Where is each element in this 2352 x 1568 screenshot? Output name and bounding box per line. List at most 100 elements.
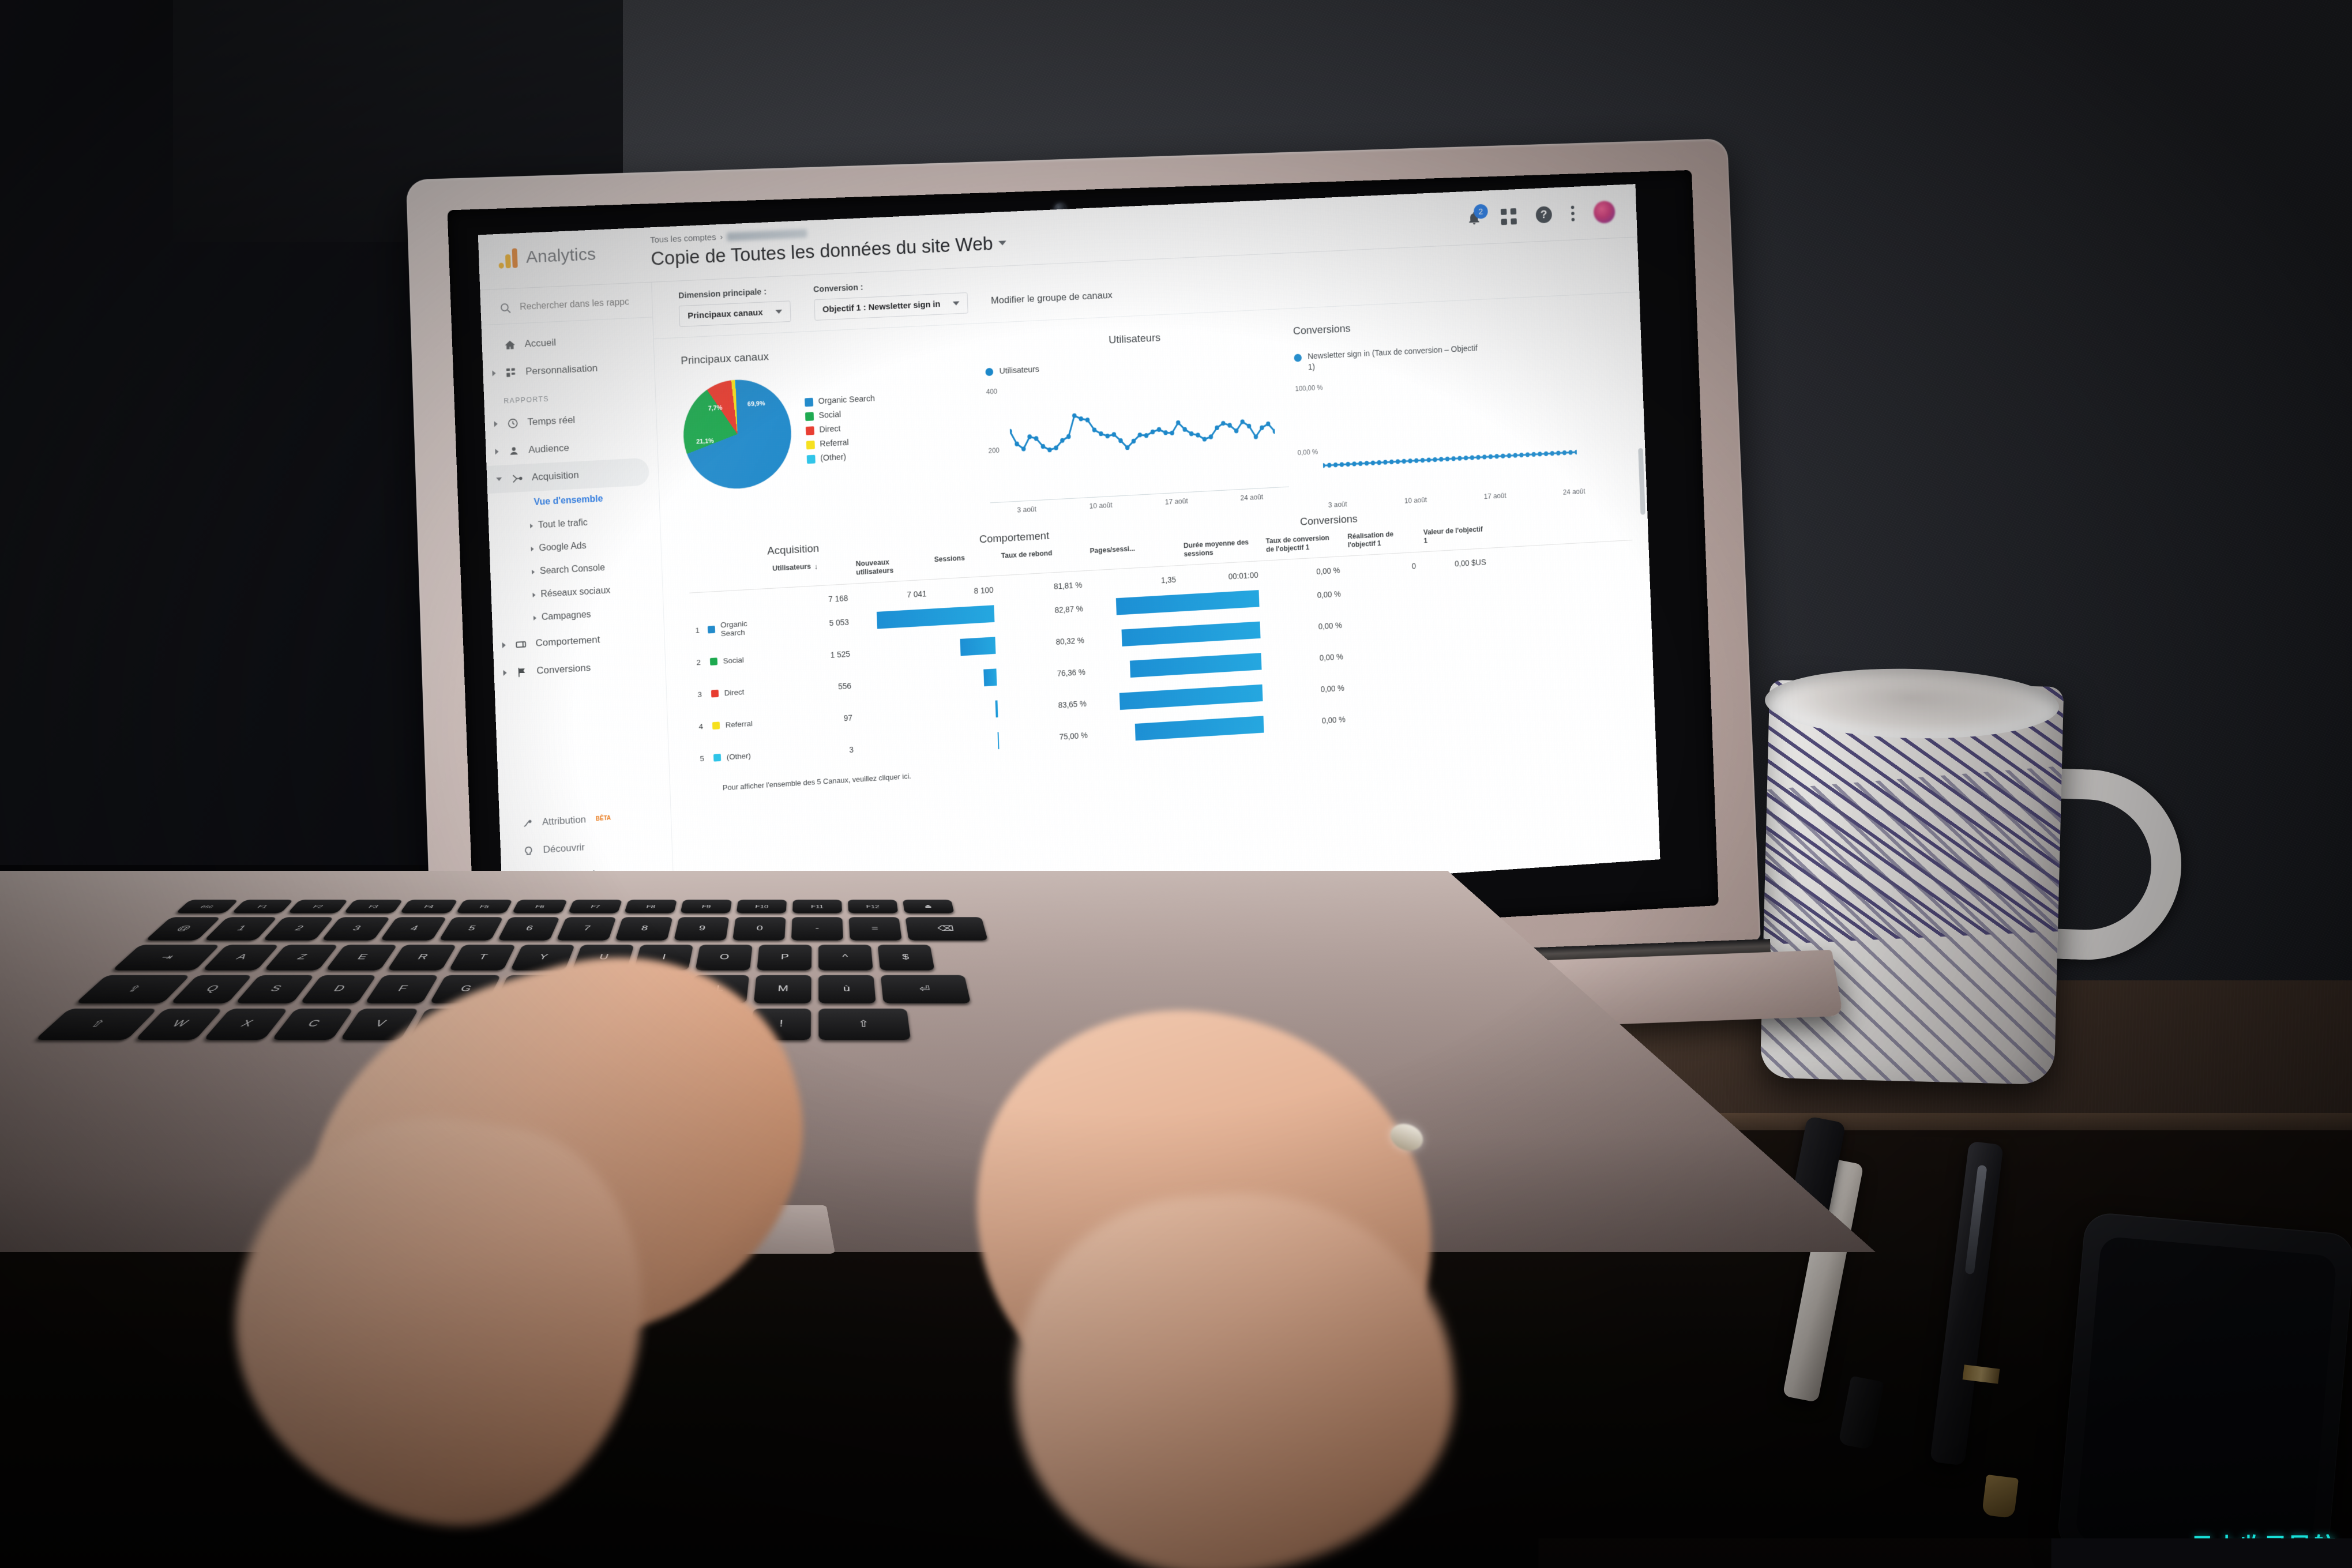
col-pages-session[interactable]: Pages/sessi... bbox=[1085, 542, 1180, 565]
key[interactable]: ⏎ bbox=[881, 975, 971, 1003]
chevron-down-icon[interactable] bbox=[998, 240, 1006, 245]
y-tick-label: 400 bbox=[986, 388, 998, 396]
key[interactable]: F bbox=[365, 975, 439, 1003]
chevron-right-icon[interactable] bbox=[492, 370, 495, 376]
col-valeur-objectif[interactable]: Valeur de l'objectif 1 bbox=[1419, 525, 1490, 546]
key[interactable]: 3 bbox=[321, 917, 390, 941]
key[interactable]: ⇧ bbox=[818, 1009, 911, 1040]
channel-cell[interactable]: 4 Referral bbox=[698, 719, 769, 731]
legend-item[interactable]: Organic Search bbox=[805, 394, 875, 407]
chevron-right-icon[interactable] bbox=[502, 642, 506, 648]
key[interactable]: F2 bbox=[287, 900, 348, 913]
row-index: 2 bbox=[696, 658, 704, 667]
apps-grid-icon[interactable] bbox=[1501, 208, 1517, 225]
users-chart[interactable]: 400 200 bbox=[986, 371, 1288, 499]
notifications-bell-icon[interactable]: 2 bbox=[1466, 209, 1482, 227]
key[interactable]: ù bbox=[818, 975, 876, 1003]
channel-cell[interactable]: 1 Organic Search bbox=[695, 618, 766, 640]
key[interactable]: ^ bbox=[818, 945, 873, 971]
key[interactable]: ⌫ bbox=[906, 917, 988, 941]
key[interactable]: O bbox=[695, 945, 752, 971]
users-bar-cell bbox=[862, 732, 1000, 757]
channel-cell[interactable]: 5 (Other) bbox=[700, 750, 770, 763]
key[interactable]: D bbox=[300, 975, 377, 1003]
legend-item[interactable]: Direct bbox=[806, 423, 876, 435]
key[interactable]: 9 bbox=[674, 917, 729, 941]
key[interactable]: F8 bbox=[624, 900, 677, 913]
total-utilisateurs: 7 168 bbox=[769, 593, 852, 607]
col-taux-de-rebond[interactable]: Taux de rebond bbox=[997, 547, 1086, 570]
pie-slice-label: 69,9% bbox=[747, 400, 765, 408]
key[interactable]: 5 bbox=[439, 917, 504, 941]
y-tick-label: 0,00 % bbox=[1297, 448, 1318, 456]
key[interactable]: 6 bbox=[498, 917, 560, 941]
key[interactable]: 0 bbox=[732, 917, 786, 941]
key[interactable]: ⏏ bbox=[903, 900, 955, 913]
channel-cell[interactable]: 2 Social bbox=[696, 655, 767, 667]
keyboard-row-function: esc F1 F2 F3 F4 F5 F6 F7 F8 F9 F10 F11 F… bbox=[170, 900, 1339, 913]
key[interactable]: = bbox=[849, 917, 902, 941]
pie-chart[interactable]: 69,9% 21,1% 7,7% bbox=[682, 377, 793, 491]
key[interactable]: F5 bbox=[456, 900, 513, 913]
col-utilisateurs[interactable]: Utilisateurs ↓ bbox=[768, 560, 852, 582]
col-duree-moyenne[interactable]: Durée moyenne des sessions bbox=[1179, 537, 1262, 559]
col-taux-conversion-objectif[interactable]: Taux de conversion de l'objectif 1 bbox=[1261, 533, 1344, 555]
chevron-right-icon[interactable] bbox=[495, 449, 498, 454]
key[interactable]: F4 bbox=[400, 900, 458, 913]
key[interactable]: F12 bbox=[848, 900, 898, 913]
col-nouveaux-utilisateurs[interactable]: Nouveaux utilisateurs bbox=[851, 556, 930, 578]
key[interactable]: P bbox=[757, 945, 811, 971]
key[interactable]: 7 bbox=[557, 917, 617, 941]
key[interactable]: $ bbox=[878, 945, 935, 971]
brand[interactable]: Analytics bbox=[478, 227, 651, 269]
key[interactable]: M bbox=[754, 975, 811, 1003]
key[interactable]: - bbox=[791, 917, 843, 941]
breadcrumb-root[interactable]: Tous les comptes bbox=[650, 232, 716, 245]
channel-cell[interactable]: 3 Direct bbox=[697, 686, 768, 699]
pie-area: 69,9% 21,1% 7,7% Organic Search Social Dir… bbox=[682, 368, 979, 491]
key[interactable]: F3 bbox=[344, 900, 403, 913]
dimension-select[interactable]: Principaux canaux bbox=[679, 300, 791, 327]
conversions-chart[interactable]: 100,00 % 0,00 % bbox=[1295, 367, 1613, 495]
col-realisation-objectif[interactable]: Réalisation de l'objectif 1 bbox=[1343, 529, 1420, 551]
photo-scene: Analytics Tous les comptes › Copie de To… bbox=[0, 0, 2352, 1568]
key[interactable]: 4 bbox=[380, 917, 447, 941]
key[interactable]: R bbox=[387, 945, 457, 971]
x-tick-label: 24 août bbox=[1563, 487, 1585, 497]
chevron-right-icon[interactable] bbox=[494, 421, 498, 427]
key[interactable]: F11 bbox=[792, 900, 842, 913]
chevron-right-icon[interactable] bbox=[503, 670, 506, 676]
cell-utilisateurs: 1 525 bbox=[771, 649, 855, 663]
total-taux-rebond: 81,81 % bbox=[998, 580, 1087, 594]
search-input[interactable] bbox=[520, 297, 629, 313]
legend-item[interactable]: (Other) bbox=[807, 451, 877, 464]
key[interactable]: E bbox=[325, 945, 397, 971]
key[interactable]: esc bbox=[175, 900, 239, 913]
legend-item[interactable]: Social bbox=[805, 408, 876, 421]
breadcrumb-separator: › bbox=[720, 232, 723, 242]
legend-item[interactable]: Referral bbox=[806, 437, 877, 449]
sidebar-subitem-label: Réseaux sociaux bbox=[540, 585, 611, 600]
avatar[interactable] bbox=[1593, 201, 1615, 224]
main-content: Dimension principale : Principaux canaux… bbox=[652, 237, 1660, 925]
col-sessions[interactable]: Sessions bbox=[930, 552, 997, 573]
key[interactable]: F9 bbox=[680, 900, 732, 913]
key[interactable]: 8 bbox=[615, 917, 672, 941]
help-icon[interactable]: ? bbox=[1535, 206, 1552, 223]
key[interactable]: F6 bbox=[512, 900, 568, 913]
conversion-select[interactable]: Objectif 1 : Newsletter sign in bbox=[814, 292, 968, 321]
bounce-bar-cell bbox=[1094, 653, 1262, 680]
keyboard-row-qwerty: ⇥ A Z E R T Y U I O P ^ $ bbox=[106, 945, 1391, 971]
edit-channel-group-link[interactable]: Modifier le groupe de canaux bbox=[991, 289, 1113, 312]
x-tick-label: 10 août bbox=[1089, 501, 1112, 510]
key[interactable]: T bbox=[449, 945, 516, 971]
key[interactable]: F10 bbox=[737, 900, 787, 913]
key[interactable]: F1 bbox=[231, 900, 294, 913]
acquisition-icon bbox=[509, 472, 525, 485]
breadcrumb-account-blurred[interactable] bbox=[727, 229, 807, 241]
chevron-down-icon[interactable] bbox=[496, 477, 502, 482]
key[interactable]: F7 bbox=[568, 900, 622, 913]
sort-descending-icon[interactable]: ↓ bbox=[814, 562, 818, 571]
more-options-icon[interactable] bbox=[1571, 206, 1575, 221]
pie-slice-label: 7,7% bbox=[708, 405, 722, 412]
